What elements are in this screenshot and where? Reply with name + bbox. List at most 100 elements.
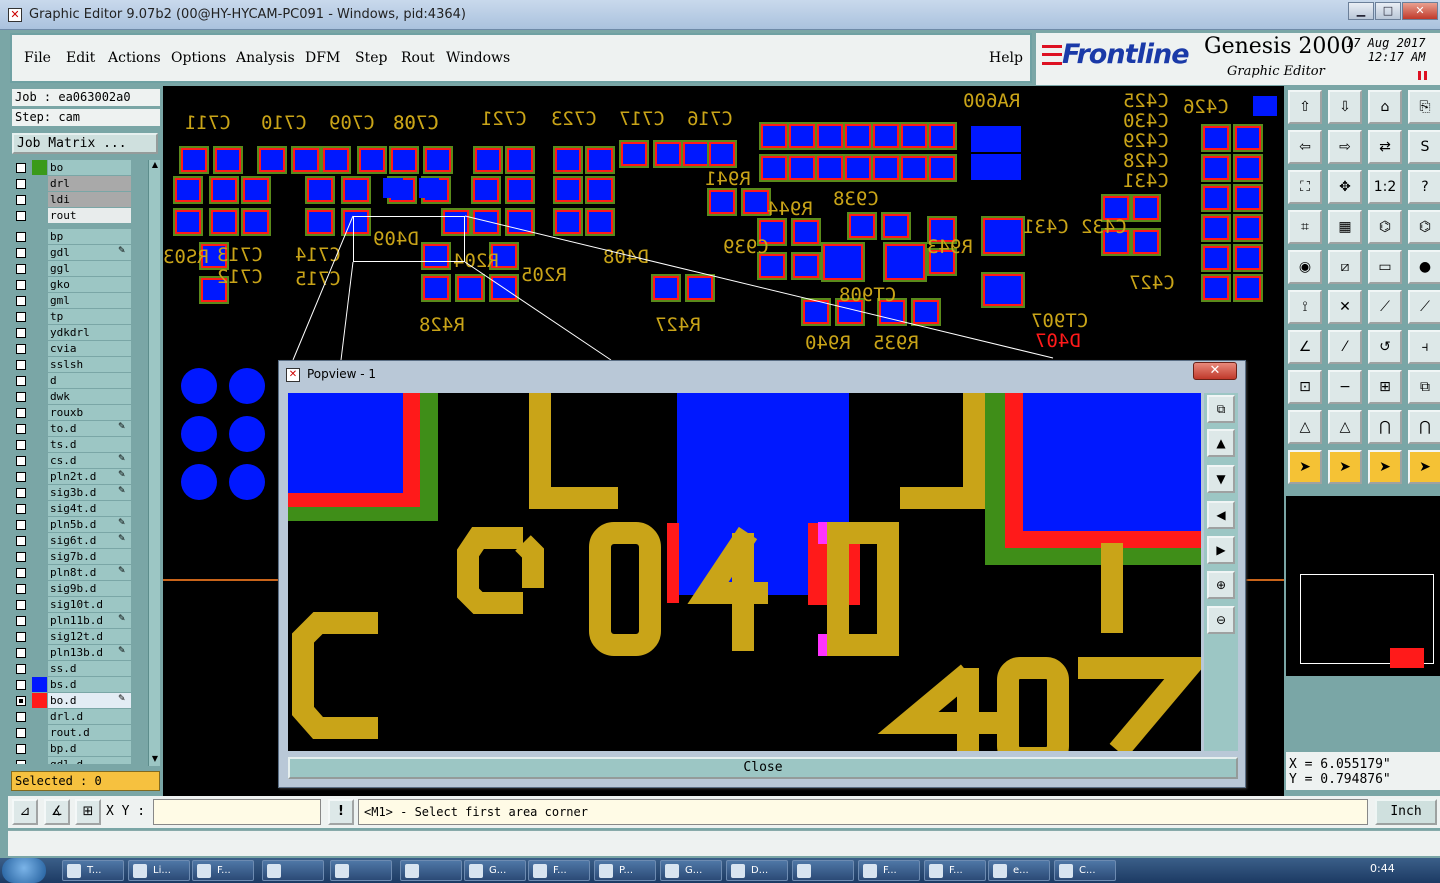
- taskbar-item[interactable]: F...: [858, 860, 920, 881]
- layer-color-swatch[interactable]: [32, 357, 47, 372]
- ruler-icon[interactable]: ▭: [1368, 250, 1402, 284]
- snap-grid-icon[interactable]: ⊿: [12, 799, 38, 825]
- layer-color-swatch[interactable]: [32, 613, 47, 628]
- layer-checkbox[interactable]: [16, 680, 26, 690]
- layer-checkbox[interactable]: [16, 504, 26, 514]
- layer-row[interactable]: sig12t.d: [12, 629, 152, 644]
- taskbar-item[interactable]: F...: [528, 860, 590, 881]
- layer-checkbox[interactable]: [16, 179, 26, 189]
- layer-name[interactable]: dwk: [48, 389, 131, 404]
- layer-color-swatch[interactable]: [32, 469, 47, 484]
- layer-color-swatch[interactable]: [32, 261, 47, 276]
- layer-checkbox[interactable]: [16, 760, 26, 764]
- cross-icon[interactable]: ✕: [1328, 290, 1362, 324]
- layer-color-swatch[interactable]: [32, 389, 47, 404]
- taskbar-item[interactable]: G...: [464, 860, 526, 881]
- layer-row[interactable]: sig9b.d: [12, 581, 152, 596]
- layer-row[interactable]: bs.d: [12, 677, 152, 692]
- layer-row[interactable]: pln5b.d ✎: [12, 517, 152, 532]
- angle-icon[interactable]: ∠: [1288, 330, 1322, 364]
- layer-checkbox[interactable]: [16, 312, 26, 322]
- layer-checkbox[interactable]: [16, 520, 26, 530]
- layer-row[interactable]: ts.d: [12, 437, 152, 452]
- layer-name[interactable]: sig12t.d: [48, 629, 131, 644]
- layer-name[interactable]: ldi: [48, 192, 131, 207]
- layer-checkbox[interactable]: [16, 584, 26, 594]
- layer-checkbox[interactable]: [16, 728, 26, 738]
- triangle-icon[interactable]: △: [1288, 410, 1322, 444]
- taskbar-item[interactable]: G...: [660, 860, 722, 881]
- gap-icon[interactable]: ⫞: [1408, 330, 1440, 364]
- layer-checkbox[interactable]: [16, 712, 26, 722]
- menu-rout[interactable]: Rout: [401, 50, 435, 66]
- layer-color-swatch[interactable]: [32, 645, 47, 660]
- units-selector[interactable]: Inch: [1375, 799, 1437, 825]
- minimize-button[interactable]: ▁: [1348, 2, 1374, 20]
- layer-name[interactable]: drl: [48, 176, 131, 191]
- layer-color-swatch[interactable]: [32, 176, 47, 191]
- taskbar-item[interactable]: Li...: [128, 860, 190, 881]
- menu-analysis[interactable]: Analysis: [236, 50, 295, 66]
- menu-help[interactable]: Help: [989, 50, 1023, 66]
- layer-name[interactable]: cvia: [48, 341, 131, 356]
- layer-row[interactable]: ss.d: [12, 661, 152, 676]
- center-icon[interactable]: ✥: [1328, 170, 1362, 204]
- layer-checkbox[interactable]: [16, 696, 26, 706]
- layer-color-swatch[interactable]: [32, 437, 47, 452]
- arc-icon[interactable]: ↺: [1368, 330, 1402, 364]
- layer-checkbox[interactable]: [16, 648, 26, 658]
- slash-box-icon[interactable]: ⧄: [1328, 250, 1362, 284]
- arch-icon[interactable]: ⋂: [1368, 410, 1402, 444]
- maximize-button[interactable]: □: [1375, 2, 1401, 20]
- layer-color-swatch[interactable]: [32, 501, 47, 516]
- taskbar-item[interactable]: T...: [62, 860, 124, 881]
- job-matrix-button[interactable]: Job Matrix ...: [12, 133, 158, 154]
- layer-checkbox[interactable]: [16, 744, 26, 754]
- pv-pan-down-icon[interactable]: ▼: [1207, 465, 1235, 493]
- menu-step[interactable]: Step: [355, 50, 387, 66]
- layer-row[interactable]: bo: [12, 160, 152, 175]
- popview-close-x-button[interactable]: ✕: [1193, 362, 1237, 380]
- pv-zoom-in-icon[interactable]: ⊕: [1207, 571, 1235, 599]
- layer-checkbox[interactable]: [16, 600, 26, 610]
- layer-name[interactable]: gdl.d: [48, 757, 131, 764]
- scroll-down-icon[interactable]: ▼: [150, 754, 160, 766]
- layer-checkbox[interactable]: [16, 440, 26, 450]
- query-icon[interactable]: ?: [1408, 170, 1440, 204]
- layer-scrollbar[interactable]: ▲ ▼: [148, 160, 160, 766]
- layer-checkbox[interactable]: [16, 568, 26, 578]
- layer-checkbox[interactable]: [16, 408, 26, 418]
- layer-checkbox[interactable]: [16, 280, 26, 290]
- box-icon[interactable]: ⊞: [1368, 370, 1402, 404]
- pointer4-icon[interactable]: ➤: [1408, 450, 1440, 484]
- net-icon[interactable]: ⌬: [1368, 210, 1402, 244]
- close-window-button[interactable]: ✕: [1402, 2, 1438, 20]
- triangle2-icon[interactable]: △: [1328, 410, 1362, 444]
- pv-pan-up-icon[interactable]: ▲: [1207, 429, 1235, 457]
- layer-row[interactable]: cvia: [12, 341, 152, 356]
- layer-color-swatch[interactable]: [32, 485, 47, 500]
- layer-name[interactable]: rouxb: [48, 405, 131, 420]
- layer-checkbox[interactable]: [16, 232, 26, 242]
- layer-name[interactable]: drl.d: [48, 709, 131, 724]
- node-icon[interactable]: ⟟: [1288, 290, 1322, 324]
- s-icon[interactable]: S: [1408, 130, 1440, 164]
- layer-row[interactable]: tp: [12, 309, 152, 324]
- layer-name[interactable]: ggl: [48, 261, 131, 276]
- popview-canvas[interactable]: [288, 393, 1201, 751]
- menu-options[interactable]: Options: [171, 50, 226, 66]
- layer-row[interactable]: bp.d: [12, 741, 152, 756]
- pointer3-icon[interactable]: ➤: [1368, 450, 1402, 484]
- taskbar-item[interactable]: F...: [924, 860, 986, 881]
- layer-row[interactable]: pln8t.d ✎: [12, 565, 152, 580]
- layer-name[interactable]: sig10t.d: [48, 597, 131, 612]
- right-icon[interactable]: ⇨: [1328, 130, 1362, 164]
- diag-icon[interactable]: ⁄: [1328, 330, 1362, 364]
- layer-color-swatch[interactable]: [32, 725, 47, 740]
- layer-checkbox[interactable]: [16, 360, 26, 370]
- layer-row[interactable]: d: [12, 373, 152, 388]
- layer-color-swatch[interactable]: [32, 208, 47, 223]
- layer-checkbox[interactable]: [16, 264, 26, 274]
- pv-zoom-out-icon[interactable]: ⊖: [1207, 606, 1235, 634]
- layer-color-swatch[interactable]: [32, 533, 47, 548]
